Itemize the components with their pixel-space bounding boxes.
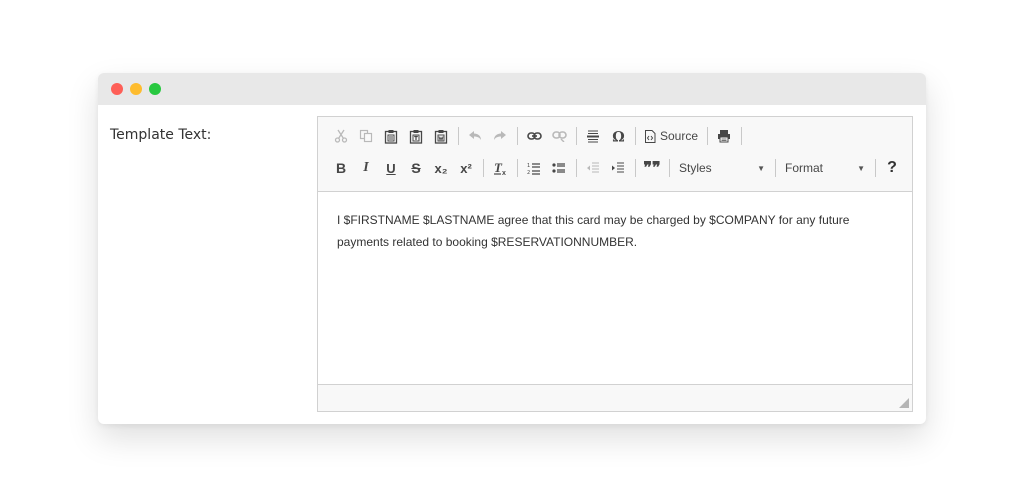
remove-format-button[interactable]: Tx: [489, 157, 511, 179]
toolbar-separator: [875, 159, 876, 177]
numbered-list-icon: 12: [527, 163, 540, 175]
undo-button[interactable]: [464, 125, 486, 147]
toolbar-row-1: Ω Source: [330, 124, 747, 148]
source-icon: [645, 129, 656, 143]
subscript-button[interactable]: x₂: [430, 157, 452, 179]
remove-format-icon: Tx: [493, 161, 506, 176]
help-icon: ?: [887, 159, 897, 176]
strikethrough-button[interactable]: S: [405, 157, 427, 179]
blockquote-icon: ❞❞: [643, 160, 661, 177]
svg-text:1: 1: [527, 163, 530, 169]
format-dropdown-label: Format: [785, 161, 824, 175]
italic-button[interactable]: I: [355, 157, 377, 179]
toolbar-separator: [517, 159, 518, 177]
bulleted-list-button[interactable]: [548, 157, 570, 179]
numbered-list-button[interactable]: 12: [523, 157, 545, 179]
underline-icon: U: [386, 160, 396, 176]
title-bar: [98, 73, 926, 105]
increase-indent-icon: [612, 162, 624, 173]
svg-text:Ω: Ω: [612, 130, 624, 144]
styles-dropdown[interactable]: Styles ▼: [675, 157, 769, 179]
special-character-button[interactable]: Ω: [607, 125, 629, 147]
toolbar-separator: [741, 127, 743, 145]
blockquote-button[interactable]: ❞❞: [641, 157, 663, 179]
source-button[interactable]: Source: [641, 125, 701, 147]
print-icon: [718, 130, 731, 143]
paste-from-word-icon: [434, 129, 448, 144]
window: Template Text: Ω Source B I U S x₂ x² T …: [98, 73, 926, 424]
maximize-window-button[interactable]: [149, 83, 161, 95]
paste-icon: [384, 129, 398, 144]
toolbar-separator: [669, 159, 670, 177]
copy-icon: [359, 129, 373, 143]
horizontal-line-button[interactable]: [582, 125, 604, 147]
paste-text-icon: [409, 129, 423, 144]
editor-content-area[interactable]: I $FIRSTNAME $LASTNAME agree that this c…: [337, 209, 897, 253]
toolbar-separator: [635, 159, 636, 177]
link-icon: [526, 132, 542, 140]
close-window-button[interactable]: [111, 83, 123, 95]
styles-dropdown-label: Styles: [679, 161, 712, 175]
bold-icon: B: [335, 160, 347, 176]
editor-status-bar: [318, 384, 912, 411]
dropdown-arrow-icon: ▼: [857, 163, 865, 173]
subscript-icon: x₂: [434, 160, 448, 176]
toolbar-row-2: B I U S x₂ x² Tx 1 2 ❞❞ Styles ▼ Format …: [330, 156, 906, 180]
toolbar-separator: [458, 127, 459, 145]
toolbar-separator: [517, 127, 518, 145]
paste-from-word-button[interactable]: [430, 125, 452, 147]
minimize-window-button[interactable]: [130, 83, 142, 95]
rich-text-editor: Ω Source B I U S x₂ x² T x 1 2 ❞❞ Styles…: [317, 116, 913, 412]
undo-icon: [469, 131, 481, 140]
paste-as-text-button[interactable]: [405, 125, 427, 147]
toolbar-separator: [483, 159, 484, 177]
editor-toolbar: Ω Source B I U S x₂ x² T x 1 2 ❞❞ Styles…: [318, 117, 912, 192]
source-label: Source: [660, 129, 699, 143]
underline-button[interactable]: U: [380, 157, 402, 179]
template-text-label: Template Text:: [110, 127, 212, 143]
dropdown-arrow-icon: ▼: [757, 163, 765, 173]
strikethrough-icon: S: [411, 160, 421, 176]
unlink-icon: [551, 131, 567, 142]
decrease-indent-button[interactable]: [582, 157, 604, 179]
redo-icon: [494, 131, 506, 140]
bulleted-list-icon: [552, 163, 565, 173]
increase-indent-button[interactable]: [607, 157, 629, 179]
superscript-button[interactable]: x²: [455, 157, 477, 179]
print-button[interactable]: [713, 125, 735, 147]
toolbar-separator: [635, 127, 636, 145]
superscript-icon: x²: [460, 160, 472, 176]
link-button[interactable]: [523, 125, 545, 147]
resize-handle-icon[interactable]: [899, 398, 909, 408]
toolbar-separator: [576, 127, 577, 145]
unlink-button[interactable]: [548, 125, 570, 147]
format-dropdown[interactable]: Format ▼: [781, 157, 869, 179]
paste-button[interactable]: [380, 125, 402, 147]
cut-button[interactable]: [330, 125, 352, 147]
svg-text:x: x: [502, 170, 506, 176]
help-button[interactable]: ?: [881, 157, 903, 179]
redo-button[interactable]: [489, 125, 511, 147]
horizontal-line-icon: [587, 130, 599, 143]
special-character-icon: Ω: [612, 130, 624, 144]
svg-text:2: 2: [527, 170, 530, 175]
italic-icon: I: [363, 160, 369, 175]
toolbar-separator: [707, 127, 709, 145]
toolbar-separator: [775, 159, 776, 177]
toolbar-separator: [576, 159, 577, 177]
cut-icon: [334, 129, 348, 143]
decrease-indent-icon: [587, 162, 599, 173]
copy-button[interactable]: [355, 125, 377, 147]
bold-button[interactable]: B: [330, 157, 352, 179]
